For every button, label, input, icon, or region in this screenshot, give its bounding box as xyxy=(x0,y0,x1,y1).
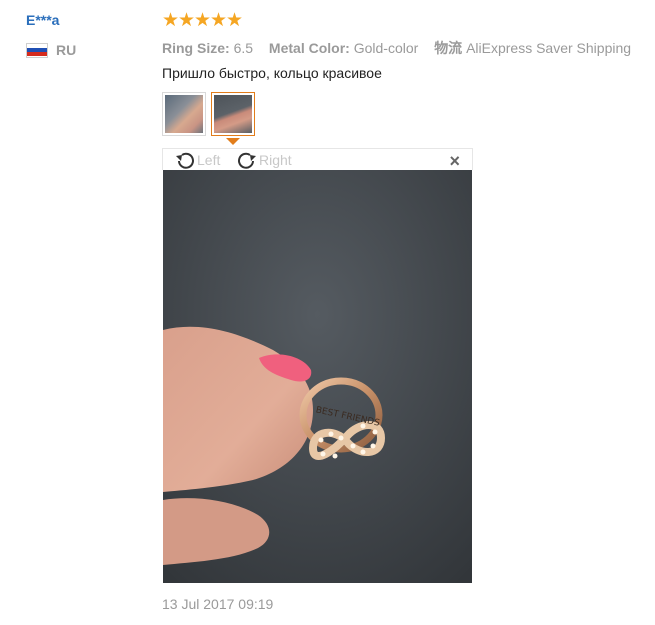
photo-thumbnail-1[interactable] xyxy=(162,92,206,136)
star-rating: ★ ★ ★ ★ ★ xyxy=(162,10,244,31)
star-icon: ★ xyxy=(210,10,228,31)
attribute-shipping: 物流 AliExpress Saver Shipping xyxy=(434,40,631,56)
attribute-value: 6.5 xyxy=(233,40,254,56)
star-icon: ★ xyxy=(162,10,180,31)
rotate-left-icon xyxy=(176,152,194,169)
user-name[interactable]: E***a xyxy=(26,12,59,28)
russia-flag-icon xyxy=(26,42,48,58)
photo-thumbnail-2[interactable] xyxy=(211,92,255,136)
attribute-label: Metal Color: xyxy=(268,40,350,56)
active-thumbnail-caret-icon xyxy=(226,138,240,145)
review-date: 13 Jul 2017 09:19 xyxy=(162,596,274,612)
attribute-value: AliExpress Saver Shipping xyxy=(466,40,632,56)
thumbnail-image xyxy=(214,95,252,133)
order-attributes: Ring Size: 6.5 Metal Color: Gold-color 物… xyxy=(162,38,643,58)
rotate-right-button[interactable]: Right xyxy=(235,149,292,171)
rotate-right-label: Right xyxy=(259,152,292,168)
attribute-label: 物流 xyxy=(434,40,463,56)
attribute-metal-color: Metal Color: Gold-color xyxy=(269,40,422,56)
rotate-right-icon xyxy=(238,152,256,169)
country-code: RU xyxy=(56,42,77,58)
attribute-value: Gold-color xyxy=(353,40,419,56)
star-icon: ★ xyxy=(178,10,196,31)
photo-viewer-toolbar: Left Right × xyxy=(162,148,473,172)
attribute-ring-size: Ring Size: 6.5 xyxy=(162,40,257,56)
star-icon: ★ xyxy=(226,10,244,31)
review-text: Пришло быстро, кольцо красивое xyxy=(162,65,382,81)
user-country: RU xyxy=(26,42,76,58)
attribute-label: Ring Size: xyxy=(162,40,230,56)
photo-thumbnails xyxy=(162,92,255,136)
ring-photo-image: BEST FRIENDS xyxy=(163,170,472,583)
thumbnail-image xyxy=(165,95,203,133)
close-viewer-button[interactable]: × xyxy=(449,150,460,172)
rotate-left-button[interactable]: Left xyxy=(173,149,220,171)
rotate-left-label: Left xyxy=(197,152,221,168)
star-icon: ★ xyxy=(194,10,212,31)
review-photo: BEST FRIENDS xyxy=(163,170,472,583)
